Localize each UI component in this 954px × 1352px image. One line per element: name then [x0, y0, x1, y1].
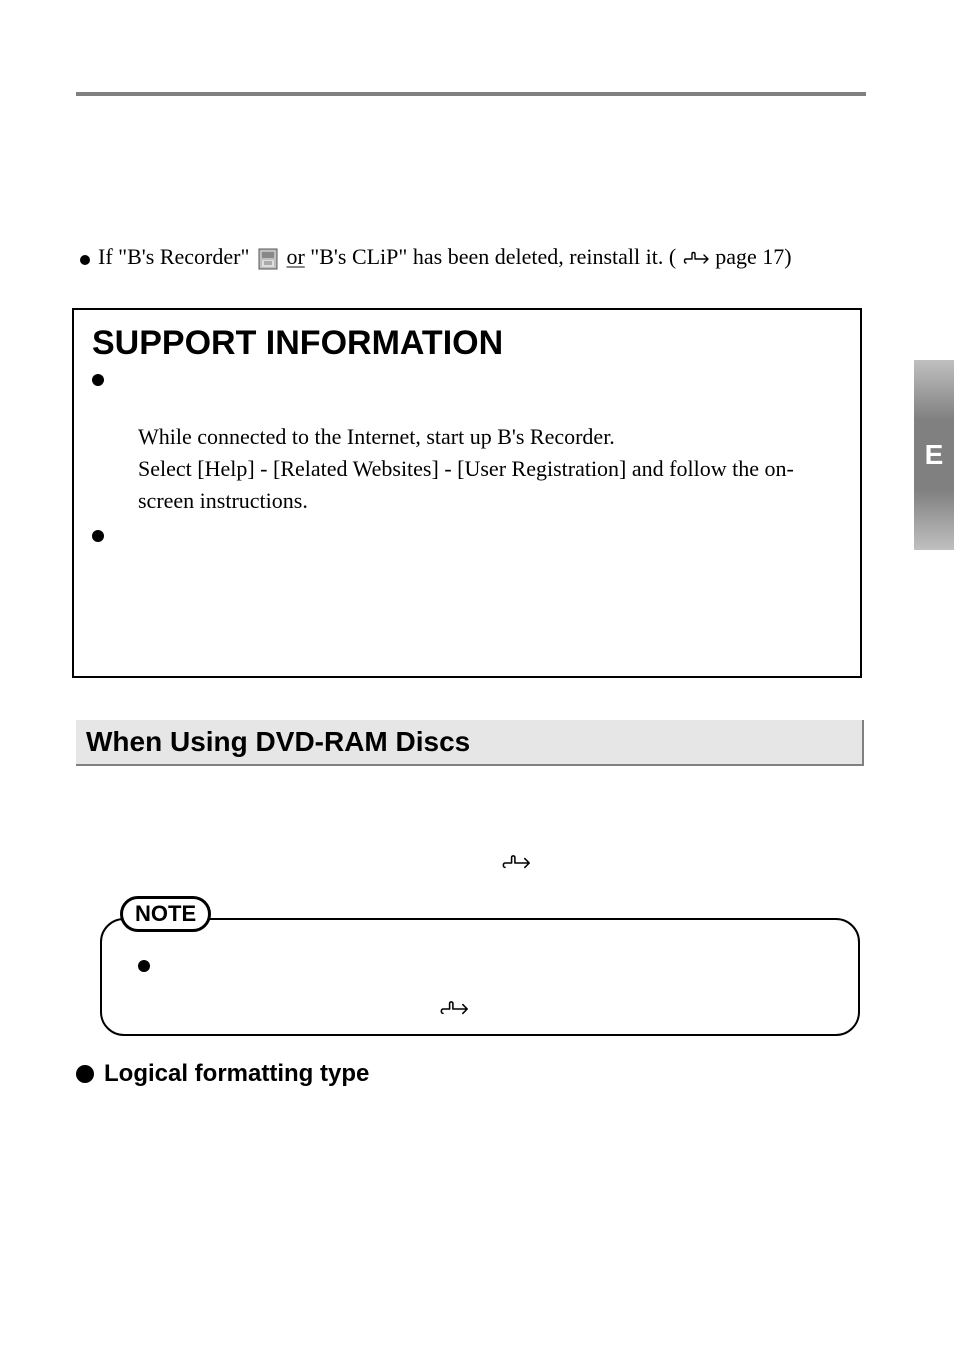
- bullet-icon: [92, 530, 104, 542]
- side-tab-solid: E: [914, 420, 954, 490]
- note-label: NOTE: [120, 896, 211, 932]
- reinstall-suffix: "B's CLiP" has been deleted, reinstall i…: [310, 244, 676, 269]
- reinstall-pageref: page 17): [715, 244, 791, 269]
- note-box: NOTE: [100, 896, 860, 1036]
- reinstall-prefix: If "B's Recorder": [98, 244, 249, 269]
- sub-heading-text: Logical formatting type: [104, 1060, 369, 1088]
- top-rule: [76, 92, 866, 96]
- bullet-icon: [80, 255, 90, 265]
- sub-heading: Logical formatting type: [76, 1060, 369, 1088]
- support-item-1-body: While connected to the Internet, start u…: [138, 421, 848, 517]
- pointing-hand-icon: [682, 249, 710, 269]
- side-tab-letter: E: [925, 439, 944, 471]
- support-info-title: SUPPORT INFORMATION: [92, 324, 860, 363]
- bullet-icon: [138, 960, 150, 972]
- disc-app-icon: [257, 247, 279, 271]
- pointing-hand-icon: [500, 852, 532, 874]
- support-item-2: [92, 527, 842, 545]
- reinstall-note-line: If "B's Recorder" or "B's CLiP" has been…: [80, 244, 854, 271]
- support-info-box: SUPPORT INFORMATION While connected to t…: [72, 308, 862, 678]
- side-tab-fade-bottom: [914, 490, 954, 550]
- section-bar-title: When Using DVD-RAM Discs: [86, 726, 470, 758]
- bullet-icon: [92, 374, 104, 386]
- section-bar: When Using DVD-RAM Discs: [76, 720, 864, 766]
- page: E If "B's Recorder" or "B's CLiP" has be…: [0, 0, 954, 1352]
- note-outline: [100, 918, 860, 1036]
- support-item-1: [92, 371, 842, 389]
- bullet-icon: [76, 1065, 94, 1083]
- side-tab-fade-top: [914, 360, 954, 420]
- pointing-hand-icon: [438, 998, 470, 1020]
- reinstall-mid: or: [286, 244, 304, 269]
- side-tab: E: [914, 360, 954, 550]
- reinstall-note-text: If "B's Recorder" or "B's CLiP" has been…: [98, 244, 792, 271]
